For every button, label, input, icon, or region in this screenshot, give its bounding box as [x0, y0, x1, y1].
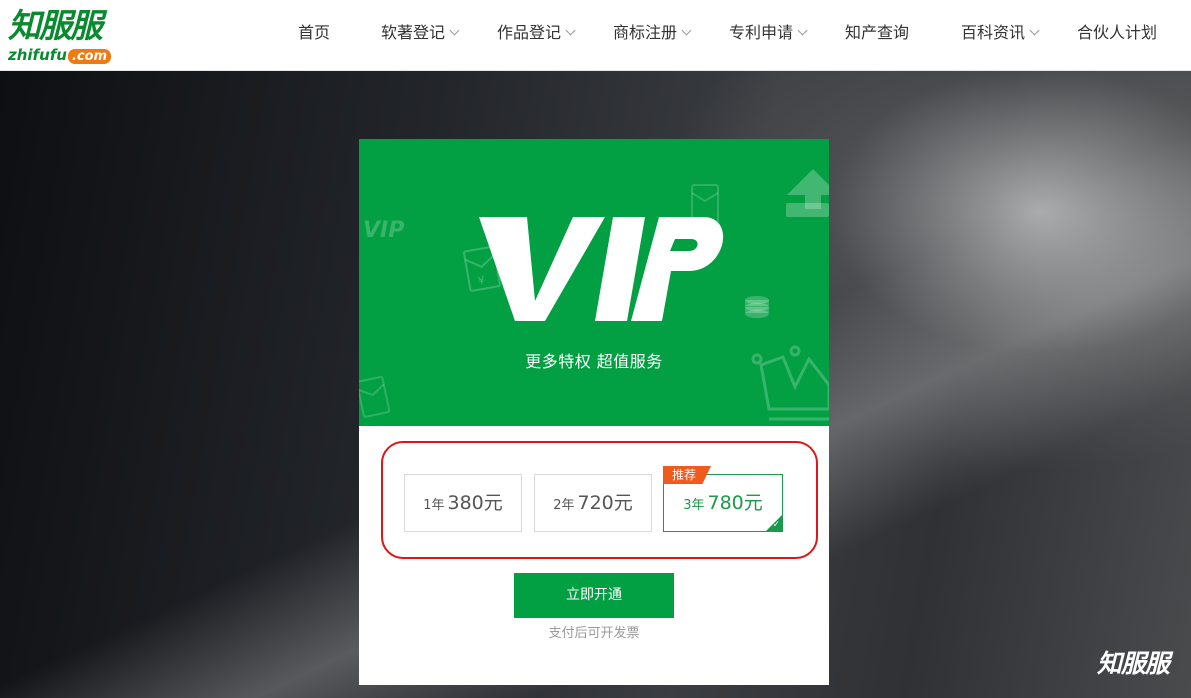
plan-option-1-year[interactable]: 1年 380元: [404, 474, 522, 532]
watermark-logo: 知服服: [1096, 649, 1170, 678]
chevron-down-icon: [1029, 25, 1040, 36]
nav-item-trademark[interactable]: 商标注册: [613, 22, 692, 44]
chevron-down-icon: [797, 25, 808, 36]
nav-item-label: 商标注册: [613, 23, 678, 42]
plan-years-label: 3年: [683, 498, 705, 513]
checkmark-icon: ✓: [772, 520, 780, 530]
vip-subtitle: 更多特权 超值服务: [525, 352, 663, 371]
nav-item-label: 知产查询: [845, 23, 910, 42]
plan-years-label: 1年: [423, 498, 445, 513]
nav-item-home[interactable]: 首页: [298, 22, 330, 44]
chevron-down-icon: [449, 25, 460, 36]
nav-item-patent[interactable]: 专利申请: [729, 22, 808, 44]
vip-logo-letters: [479, 217, 724, 321]
activate-now-button[interactable]: 立即开通: [514, 573, 674, 618]
invoice-note: 支付后可开发票: [548, 626, 640, 641]
nav-item-label: 作品登记: [497, 23, 562, 42]
plan-price: 380元: [447, 492, 503, 514]
nav-item-label: 软著登记: [381, 23, 446, 42]
nav-item-partner[interactable]: 合伙人计划: [1077, 22, 1157, 44]
plan-option-2-year[interactable]: 2年 720元: [534, 474, 652, 532]
nav-item-encyclopedia[interactable]: 百科资讯: [961, 22, 1040, 44]
vip-banner: VIP ¥ 更多特权 超值服务: [359, 139, 829, 426]
plan-years-label: 2年: [553, 498, 575, 513]
nav-item-work-registration[interactable]: 作品登记: [497, 22, 576, 44]
top-nav: 知服服 zhifufu .com 首页 软著登记 作品登记 商标注册 专利申请 知…: [0, 0, 1191, 71]
nav-item-label: 专利申请: [729, 23, 794, 42]
nav-item-label: 百科资讯: [961, 23, 1026, 42]
svg-text:¥: ¥: [477, 274, 486, 288]
nav-item-label: 合伙人计划: [1077, 23, 1158, 42]
upload-tray-icon: [786, 169, 829, 217]
nav-item-software-copyright[interactable]: 软著登记: [381, 22, 460, 44]
plan-option-3-year[interactable]: 推荐 3年 780元 ✓: [663, 466, 783, 532]
main-menu: 首页 软著登记 作品登记 商标注册 专利申请 知产查询 百科资讯 合伙人计划: [0, 0, 1191, 71]
coin-stack-icon: [745, 296, 769, 318]
vip-card: VIP ¥ 更多特权 超值服务 1年 380元 2年 720元 推荐 3年 78…: [359, 139, 829, 685]
chevron-down-icon: [681, 25, 692, 36]
nav-item-ip-search[interactable]: 知产查询: [845, 22, 909, 44]
envelope-icon: [359, 375, 391, 418]
plan-price: 780元: [707, 492, 763, 514]
recommended-badge: 推荐: [663, 466, 712, 484]
nav-item-label: 首页: [298, 23, 331, 42]
vip-banner-art: VIP ¥: [359, 169, 829, 421]
vip-watermark-text: VIP: [363, 218, 404, 243]
chevron-down-icon: [565, 25, 576, 36]
plan-price: 720元: [577, 492, 633, 514]
